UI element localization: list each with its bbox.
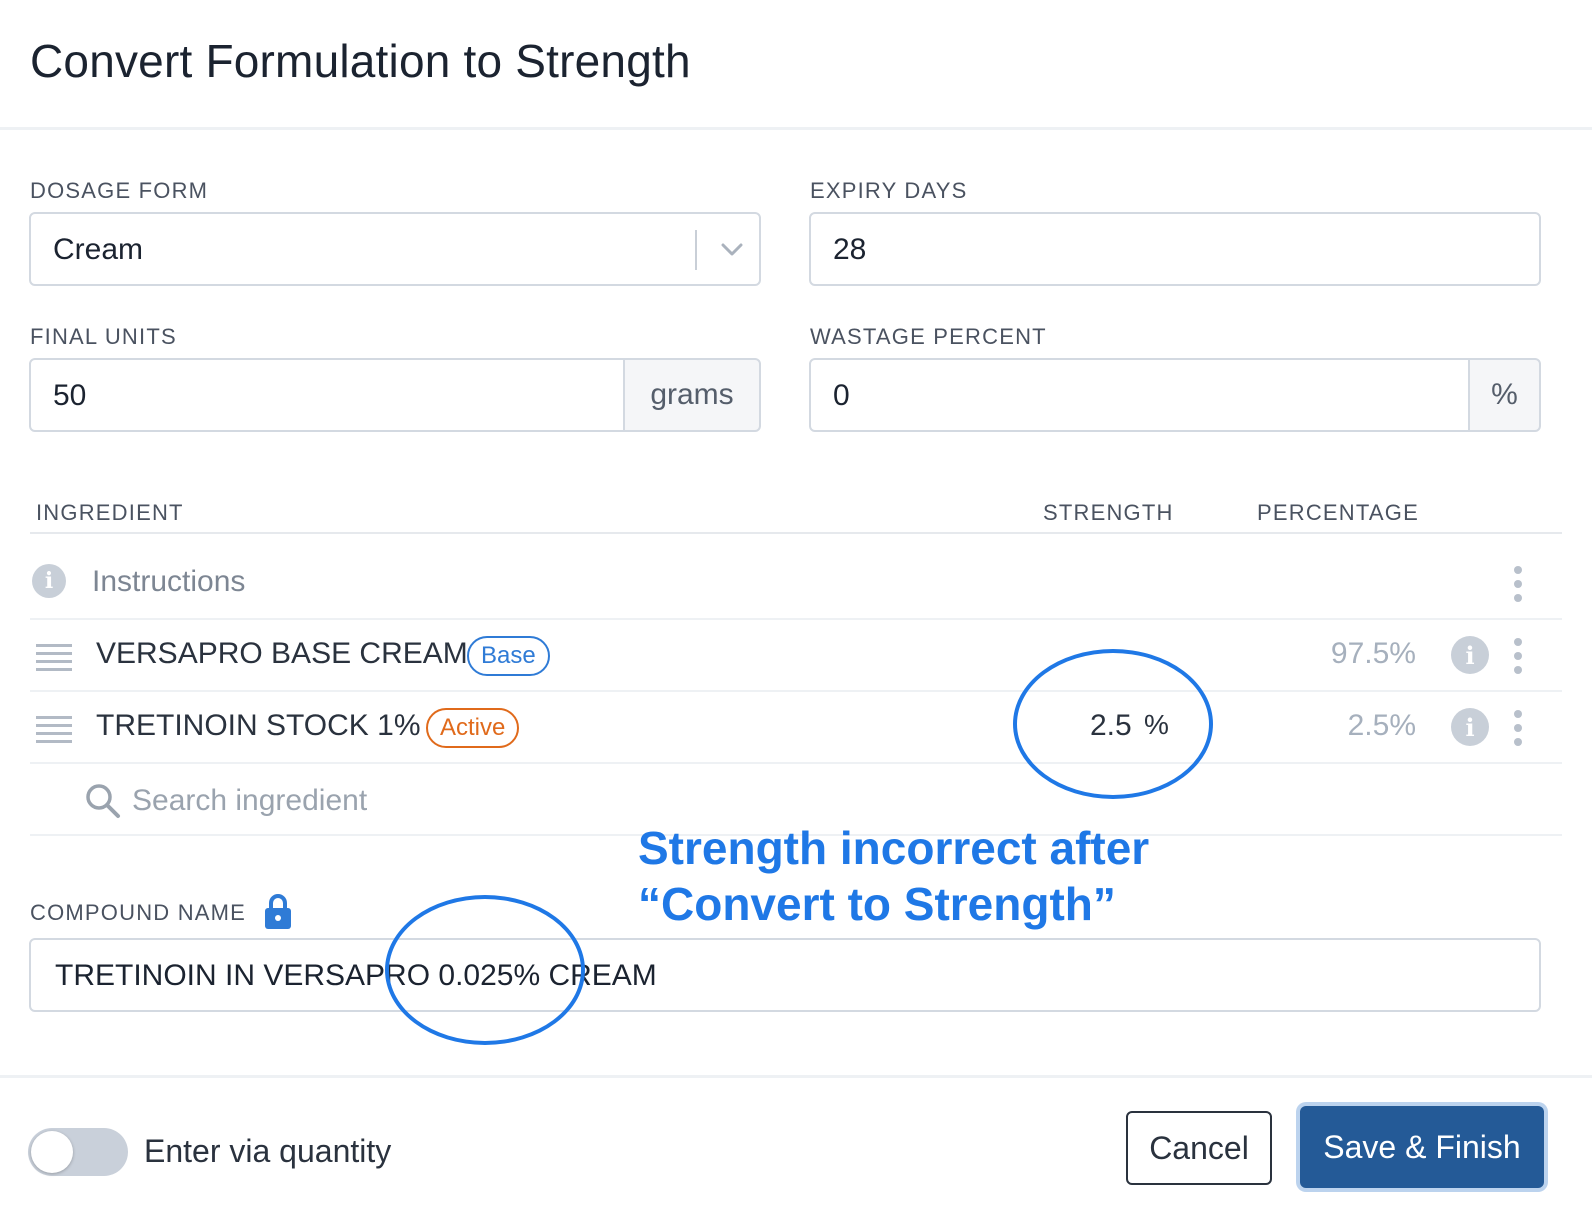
cancel-button[interactable]: Cancel [1126,1111,1272,1185]
search-ingredient-input[interactable]: Search ingredient [132,784,367,818]
drag-handle-icon[interactable] [36,716,72,743]
more-vertical-icon[interactable] [1513,566,1523,602]
dosage-form-label: DOSAGE FORM [30,178,209,203]
ingredient-table-header: INGREDIENT STRENGTH PERCENTAGE [30,500,1562,534]
dialog-title: Convert Formulation to Strength [30,35,691,87]
strength-column-header: STRENGTH [1043,500,1174,525]
compound-name-input[interactable]: TRETINOIN IN VERSAPRO 0.025% CREAM [29,938,1541,1012]
compound-name-label: COMPOUND NAME [30,900,247,925]
base-badge: Base [467,636,550,676]
ingredient-row[interactable]: TRETINOIN STOCK 1% Active 2.5 % 2.5% i [30,692,1562,764]
ingredient-percentage: 97.5% [1330,637,1416,670]
info-icon[interactable]: i [1451,708,1489,746]
percentage-column-header: PERCENTAGE [1257,500,1419,525]
convert-formulation-dialog: Convert Formulation to Strength DOSAGE F… [0,0,1592,1231]
ingredient-percentage: 2.5% [1347,709,1416,742]
instructions-label: Instructions [92,565,246,598]
select-divider [695,230,697,270]
instructions-row[interactable]: i Instructions [30,548,1562,620]
active-badge: Active [426,708,520,748]
wastage-percent-unit: % [1468,358,1541,432]
ingredient-column-header: INGREDIENT [36,500,184,525]
toggle-knob [31,1131,73,1173]
wastage-percent-label: WASTAGE PERCENT [810,324,1047,349]
more-vertical-icon[interactable] [1513,710,1523,746]
final-units-input[interactable]: 50 [29,358,625,432]
annotation-line-2: “Convert to Strength” [638,878,1116,930]
final-units-value: 50 [53,379,87,412]
expiry-days-input[interactable]: 28 [809,212,1541,286]
info-icon[interactable]: i [1451,636,1489,674]
lock-icon[interactable] [263,893,293,931]
annotation-line-1: Strength incorrect after [638,822,1150,874]
wastage-percent-value: 0 [833,379,850,412]
wastage-percent-input[interactable]: 0 [809,358,1470,432]
ingredient-row[interactable]: VERSAPRO BASE CREAM Base 97.5% i [30,620,1562,692]
final-units-label: FINAL UNITS [30,324,177,349]
dialog-header: Convert Formulation to Strength [0,0,1592,130]
annotation-circle-compound [385,895,585,1045]
enter-via-quantity-label: Enter via quantity [144,1133,392,1169]
final-units-unit: grams [623,358,761,432]
search-icon [86,784,120,818]
expiry-days-value: 28 [833,233,867,266]
chevron-down-icon[interactable] [719,236,745,262]
expiry-days-label: EXPIRY DAYS [810,178,968,203]
save-finish-button[interactable]: Save & Finish [1300,1106,1544,1188]
dosage-form-value: Cream [53,233,144,266]
ingredient-name: VERSAPRO BASE CREAM [96,637,468,670]
ingredient-name: TRETINOIN STOCK 1% [96,709,421,742]
info-icon: i [32,564,66,598]
annotation-note: Strength incorrect after “Convert to Str… [638,820,1198,932]
enter-via-quantity-toggle[interactable] [28,1128,128,1176]
dosage-form-select[interactable]: Cream [29,212,761,286]
drag-handle-icon[interactable] [36,644,72,671]
more-vertical-icon[interactable] [1513,638,1523,674]
annotation-circle-strength [1013,649,1213,799]
